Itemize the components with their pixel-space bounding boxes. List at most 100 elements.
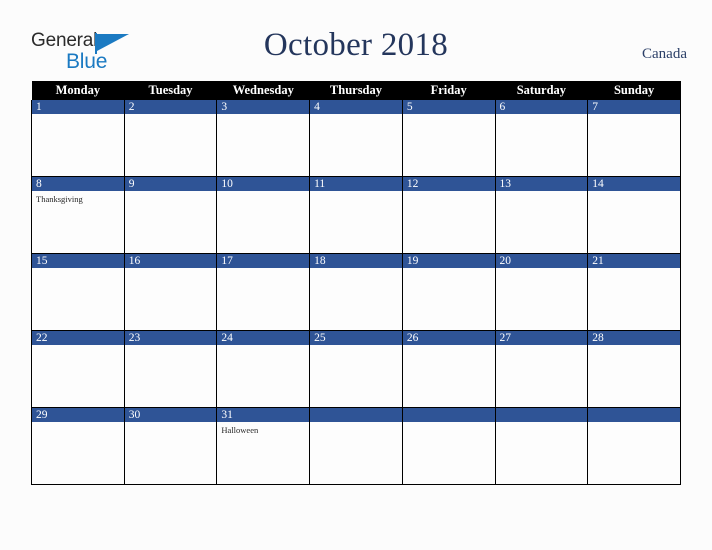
day-cell[interactable]: 18	[309, 253, 403, 331]
day-cell[interactable]: 12	[401, 176, 496, 254]
day-number: 23	[124, 331, 217, 345]
day-event	[32, 345, 124, 348]
day-event	[496, 114, 588, 117]
day-cell[interactable]	[401, 407, 496, 485]
day-event: Halloween	[221, 425, 259, 435]
day-event	[588, 345, 680, 348]
day-cell[interactable]: 10	[216, 176, 311, 254]
day-event	[32, 114, 124, 117]
day-cell[interactable]: 23	[123, 330, 218, 408]
day-event	[588, 114, 680, 117]
day-number: 3	[217, 100, 310, 114]
day-event	[588, 268, 680, 271]
day-number: 16	[124, 254, 217, 268]
day-number: 9	[124, 177, 217, 191]
day-cell[interactable]: 1	[31, 100, 125, 177]
day-event	[125, 268, 217, 271]
calendar-week-row: 8 Thanksgiving 9 10 11 12 13 14	[31, 176, 681, 254]
day-cell[interactable]: 28	[587, 330, 681, 408]
weekday-header-sunday: Sunday	[587, 81, 681, 100]
day-cell[interactable]: 31 Halloween	[216, 407, 311, 485]
weekday-header-thursday: Thursday	[309, 81, 403, 100]
day-event	[217, 191, 309, 194]
day-cell[interactable]	[494, 407, 589, 485]
day-event	[403, 114, 495, 117]
day-cell[interactable]: 5	[401, 100, 496, 177]
day-number: 7	[588, 100, 680, 114]
day-number	[310, 408, 402, 422]
day-event	[403, 422, 495, 425]
day-number: 2	[124, 100, 217, 114]
country-label: Canada	[642, 46, 687, 62]
day-cell[interactable]: 15	[31, 253, 125, 331]
weekday-header-friday: Friday	[402, 81, 496, 100]
day-cell[interactable]: 6	[494, 100, 589, 177]
day-cell[interactable]: 29	[31, 407, 125, 485]
day-event	[403, 268, 495, 271]
day-cell[interactable]: 14	[587, 176, 681, 254]
day-cell[interactable]: 17	[216, 253, 311, 331]
calendar-week-row: 22 23 24 25 26 27 28	[31, 330, 681, 408]
day-event	[496, 268, 588, 271]
day-event	[125, 191, 217, 194]
day-number: 14	[588, 177, 680, 191]
day-number	[588, 408, 680, 422]
day-cell[interactable]: 26	[401, 330, 496, 408]
calendar-grid: Monday Tuesday Wednesday Thursday Friday…	[31, 81, 681, 485]
day-number: 29	[32, 408, 124, 422]
day-cell[interactable]: 16	[123, 253, 218, 331]
day-cell[interactable]	[587, 407, 681, 485]
day-number: 24	[217, 331, 310, 345]
day-event: Thanksgiving	[36, 194, 83, 204]
calendar-week-row: 1 2 3 4 5 6 7	[31, 100, 681, 177]
day-cell[interactable]	[309, 407, 403, 485]
page-title: October 2018	[263, 27, 449, 63]
day-cell[interactable]: 20	[494, 253, 589, 331]
day-event	[217, 114, 309, 117]
day-event	[125, 345, 217, 348]
day-cell[interactable]: 3	[216, 100, 311, 177]
day-cell[interactable]: 25	[309, 330, 403, 408]
day-event	[310, 114, 402, 117]
day-number: 22	[32, 331, 124, 345]
day-event	[496, 345, 588, 348]
day-cell[interactable]: 11	[309, 176, 403, 254]
day-number: 4	[310, 100, 402, 114]
day-cell[interactable]: 2	[123, 100, 218, 177]
weekday-header-monday: Monday	[31, 81, 125, 100]
day-number: 31	[217, 408, 310, 422]
day-cell[interactable]: 24	[216, 330, 311, 408]
day-event	[310, 191, 402, 194]
day-number: 25	[310, 331, 402, 345]
calendar-header-row: Monday Tuesday Wednesday Thursday Friday…	[31, 81, 681, 100]
day-number: 1	[32, 100, 124, 114]
calendar-page: General Blue October 2018 Canada Monday …	[0, 0, 712, 550]
day-number: 20	[495, 254, 588, 268]
day-cell[interactable]: 21	[587, 253, 681, 331]
calendar-week-row: 15 16 17 18 19 20 21	[31, 253, 681, 331]
day-event	[217, 345, 309, 348]
day-cell[interactable]: 22	[31, 330, 125, 408]
day-number: 6	[495, 100, 588, 114]
calendar-body: 1 2 3 4 5 6 7 8 Thanksgiving 9 10 11 12 1…	[31, 100, 681, 485]
day-cell[interactable]: 4	[309, 100, 403, 177]
day-cell[interactable]: 8 Thanksgiving	[31, 176, 125, 254]
day-event	[403, 345, 495, 348]
day-cell[interactable]: 9	[123, 176, 218, 254]
day-cell[interactable]: 27	[494, 330, 589, 408]
weekday-header-tuesday: Tuesday	[124, 81, 217, 100]
day-event	[310, 268, 402, 271]
day-event	[496, 191, 588, 194]
day-event	[217, 268, 309, 271]
day-number: 10	[217, 177, 310, 191]
day-event	[32, 422, 124, 425]
day-cell[interactable]: 13	[494, 176, 589, 254]
day-cell[interactable]: 19	[401, 253, 496, 331]
day-event	[125, 114, 217, 117]
day-event	[588, 422, 680, 425]
weekday-header-wednesday: Wednesday	[216, 81, 310, 100]
day-number: 26	[402, 331, 495, 345]
day-cell[interactable]: 30	[123, 407, 218, 485]
day-number: 30	[124, 408, 217, 422]
day-cell[interactable]: 7	[587, 100, 681, 177]
